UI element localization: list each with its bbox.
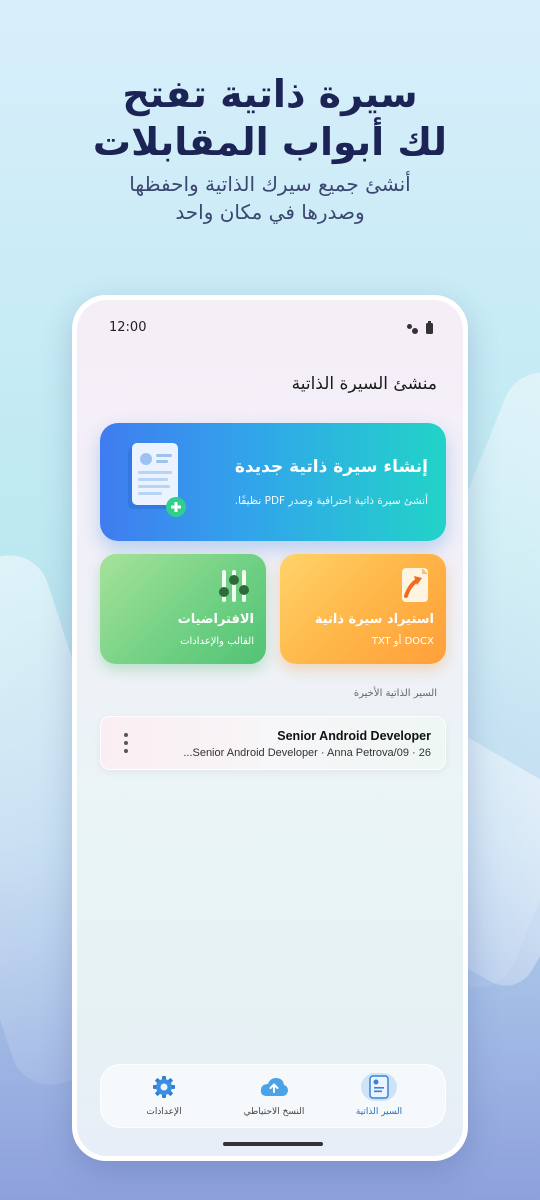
create-resume-card[interactable]: إنشاء سيرة ذاتية جديدة أنشئ سيرة ذاتية ا… [100, 423, 446, 541]
recent-resume-subtitle: 26 · Senior Android Developer · Anna Pet… [183, 747, 431, 759]
recent-resume-item[interactable]: Senior Android Developer 26 · Senior And… [100, 716, 446, 770]
bottom-navigation: السير الذاتية النسخ الاحتياطي الإعدادات [100, 1064, 446, 1128]
promo-headline-line1: سيرة ذاتية تفتح [122, 72, 418, 116]
document-plus-icon [128, 443, 186, 517]
app-title: منشئ السيرة الذاتية [291, 374, 437, 394]
promo-subhead: أنشئ جميع سيرك الذاتية واحفظها وصدرها في… [0, 170, 540, 226]
recent-section-label: السير الذاتية الأخيرة [353, 688, 437, 699]
import-resume-title: استيراد سيرة ذاتية [314, 612, 434, 627]
document-import-arrow-icon [402, 568, 428, 602]
nav-item-resumes[interactable]: السير الذاتية [334, 1071, 424, 1123]
promo-headline-line2: لك أبواب المقابلات [92, 120, 448, 164]
phone-frame: 12:00 منشئ السيرة الذاتية إنشاء سيرة ذات… [72, 295, 468, 1161]
defaults-card[interactable]: الافتراضيات القالب والإعدادات [100, 554, 266, 664]
nav-label-settings: الإعدادات [146, 1107, 182, 1117]
create-resume-subtitle: أنشئ سيرة ذاتية احترافية وصدر PDF نظيفًا… [234, 495, 428, 507]
nav-item-backup[interactable]: النسخ الاحتياطي [229, 1071, 319, 1123]
promo-subhead-line1: أنشئ جميع سيرك الذاتية واحفظها [129, 172, 411, 196]
signal-icon [406, 322, 418, 334]
defaults-subtitle: القالب والإعدادات [180, 636, 254, 647]
promo-headline: سيرة ذاتية تفتح لك أبواب المقابلات [0, 70, 540, 166]
resume-doc-icon [361, 1073, 397, 1101]
promo-subhead-line2: وصدرها في مكان واحد [175, 200, 365, 224]
nav-item-settings[interactable]: الإعدادات [119, 1071, 209, 1123]
recent-resume-title: Senior Android Developer [277, 729, 431, 743]
app-screen: 12:00 منشئ السيرة الذاتية إنشاء سيرة ذات… [77, 300, 463, 1156]
nav-label-backup: النسخ الاحتياطي [243, 1107, 305, 1117]
nav-label-resumes: السير الذاتية [355, 1107, 403, 1117]
sliders-icon [219, 570, 249, 602]
more-vertical-icon[interactable] [123, 733, 129, 753]
battery-icon [426, 320, 433, 334]
import-resume-card[interactable]: استيراد سيرة ذاتية DOCX أو TXT [280, 554, 446, 664]
create-resume-title: إنشاء سيرة ذاتية جديدة [234, 457, 428, 477]
defaults-title: الافتراضيات [177, 612, 254, 627]
status-time: 12:00 [109, 320, 147, 335]
import-resume-subtitle: DOCX أو TXT [371, 636, 434, 647]
status-icons [406, 320, 433, 334]
cloud-upload-icon [256, 1073, 292, 1101]
home-indicator[interactable] [223, 1142, 323, 1146]
gear-icon [146, 1073, 182, 1101]
